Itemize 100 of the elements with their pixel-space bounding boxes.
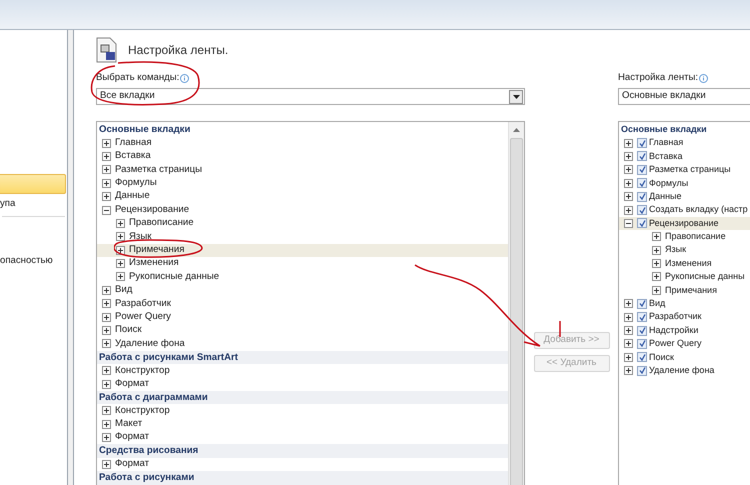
expand-icon[interactable] — [624, 138, 633, 148]
expand-icon[interactable] — [624, 206, 633, 215]
tree-item[interactable]: Рукописные данны — [619, 270, 750, 284]
expand-icon[interactable] — [102, 165, 111, 174]
sidebar-item[interactable]: упа — [0, 194, 67, 214]
scroll-thumb[interactable] — [510, 138, 523, 485]
expand-icon[interactable] — [102, 460, 111, 469]
checkbox[interactable] — [637, 338, 647, 349]
tree-item[interactable]: Изменения — [619, 256, 750, 270]
tree-item[interactable]: Язык — [97, 230, 508, 244]
tree-item[interactable]: Удаление фона — [619, 364, 750, 378]
tree-item[interactable]: Макет — [97, 418, 508, 431]
tree-item[interactable]: Формат — [97, 377, 508, 391]
ribbon-dropdown[interactable]: Основные вкладки — [618, 88, 750, 105]
dropdown-button[interactable] — [509, 90, 523, 104]
expand-icon[interactable] — [102, 152, 111, 161]
tree-item[interactable]: Формулы — [619, 176, 750, 190]
expand-icon[interactable] — [624, 299, 633, 308]
checkbox[interactable] — [637, 352, 647, 362]
tree-item[interactable]: Поиск — [97, 324, 508, 338]
checkbox[interactable] — [637, 312, 647, 322]
expand-icon[interactable] — [102, 326, 111, 336]
checkbox[interactable] — [637, 366, 647, 376]
expand-icon[interactable] — [652, 286, 661, 295]
expand-icon[interactable] — [116, 218, 125, 228]
tree-item[interactable]: Вставка — [97, 150, 508, 164]
collapse-icon[interactable] — [624, 218, 633, 228]
tree-item[interactable]: Power Query — [619, 337, 750, 351]
checkbox[interactable] — [637, 178, 647, 188]
checkbox[interactable] — [637, 192, 647, 202]
expand-icon[interactable] — [652, 246, 661, 255]
scrollbar[interactable] — [508, 122, 524, 485]
tree-item[interactable]: Данные — [619, 190, 750, 204]
expand-icon[interactable] — [102, 138, 111, 148]
checkbox[interactable] — [637, 151, 647, 162]
tree-item[interactable]: Разработчик — [97, 297, 508, 310]
expand-icon[interactable] — [102, 366, 111, 376]
expand-icon[interactable] — [624, 326, 633, 336]
tree-item[interactable]: Разметка страницы — [97, 163, 508, 177]
tree-item[interactable]: Конструктор — [97, 364, 508, 378]
tree-item[interactable]: Power Query — [97, 310, 508, 324]
expand-icon[interactable] — [116, 246, 125, 255]
tree-item[interactable]: Формулы — [97, 176, 508, 190]
tree-item[interactable]: Рукописные данные — [97, 270, 508, 284]
tree-item[interactable]: Вставка — [619, 150, 750, 164]
expand-icon[interactable] — [102, 192, 111, 202]
tree-item[interactable]: Удаление фона — [97, 337, 508, 351]
collapse-icon[interactable] — [102, 206, 111, 215]
expand-icon[interactable] — [102, 178, 111, 188]
tree-item[interactable]: Рецензирование — [619, 216, 750, 230]
tree-item[interactable]: Конструктор — [97, 404, 508, 418]
tree-item[interactable]: Примечания — [619, 284, 750, 298]
expand-icon[interactable] — [102, 286, 111, 295]
expand-icon[interactable] — [102, 420, 111, 429]
expand-icon[interactable] — [652, 259, 661, 268]
expand-icon[interactable] — [624, 178, 633, 188]
sidebar-item[interactable]: опасностью — [0, 251, 67, 271]
scroll-up-icon[interactable] — [513, 128, 520, 132]
expand-icon[interactable] — [652, 272, 661, 282]
tree-item[interactable]: Правописание — [619, 230, 750, 244]
tree-item[interactable]: Правописание — [97, 216, 508, 230]
commands-dropdown[interactable]: Все вкладки — [96, 88, 525, 105]
tree-item[interactable]: Формат — [97, 458, 508, 472]
tree-item[interactable]: Поиск — [619, 350, 750, 364]
expand-icon[interactable] — [102, 406, 111, 416]
tree-item[interactable]: Изменения — [97, 256, 508, 270]
checkbox[interactable] — [637, 298, 647, 309]
expand-icon[interactable] — [624, 352, 633, 362]
tree-item[interactable]: Надстройки — [619, 324, 750, 338]
expand-icon[interactable] — [624, 366, 633, 376]
expand-icon[interactable] — [116, 272, 125, 282]
checkbox[interactable] — [637, 205, 647, 216]
checkbox[interactable] — [637, 138, 647, 148]
tree-item[interactable]: Вид — [619, 297, 750, 310]
checkbox[interactable] — [637, 218, 647, 228]
tree-item[interactable]: Главная — [619, 136, 750, 150]
expand-icon[interactable] — [116, 232, 125, 242]
expand-icon[interactable] — [624, 152, 633, 161]
expand-icon[interactable] — [624, 165, 633, 174]
tree-item[interactable]: Разработчик — [619, 310, 750, 324]
expand-icon[interactable] — [624, 192, 633, 202]
tree-item[interactable]: Рецензирование — [97, 203, 508, 217]
expand-icon[interactable] — [102, 339, 111, 348]
tree-item[interactable]: Формат — [97, 430, 508, 444]
checkbox[interactable] — [637, 326, 647, 336]
expand-icon[interactable] — [102, 312, 111, 322]
tree-item[interactable]: Язык — [619, 244, 750, 257]
tree-item[interactable]: Разметка страницы — [619, 163, 750, 177]
checkbox[interactable] — [637, 164, 647, 175]
expand-icon[interactable] — [116, 259, 125, 268]
expand-icon[interactable] — [652, 232, 661, 242]
expand-icon[interactable] — [102, 299, 111, 308]
tree-item[interactable]: Вид — [97, 284, 508, 298]
expand-icon[interactable] — [102, 433, 111, 442]
expand-icon[interactable] — [624, 312, 633, 322]
expand-icon[interactable] — [624, 339, 633, 348]
tree-item[interactable]: Главная — [97, 136, 508, 150]
tree-item[interactable]: Примечания — [97, 244, 508, 257]
tree-item[interactable]: Данные — [97, 190, 508, 204]
tree-item[interactable]: Создать вкладку (настр — [619, 203, 750, 217]
